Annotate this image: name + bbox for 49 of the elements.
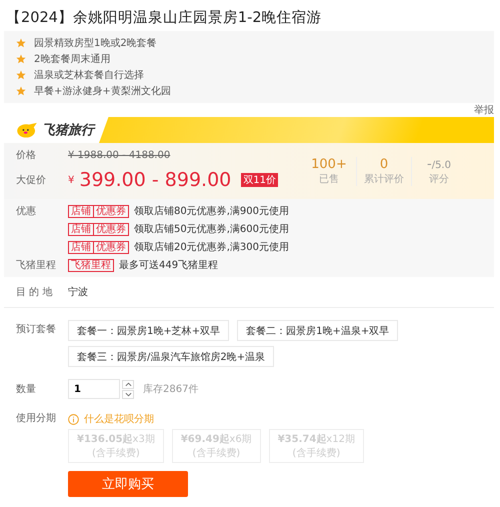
stat-label: 累计评价 xyxy=(364,172,404,186)
feature-text: 温泉或芝林套餐自行选择 xyxy=(34,68,144,82)
stock-text: 库存2867件 xyxy=(143,382,198,396)
installment-label: 使用分期 xyxy=(16,412,57,426)
decrement-button[interactable] xyxy=(122,390,134,398)
mileage-tag: 飞猪里程 xyxy=(68,258,114,272)
coupon-text[interactable]: 领取店铺80元优惠券,满900元使用 xyxy=(134,204,289,218)
stat-label: 评分 xyxy=(429,172,449,186)
star-icon xyxy=(16,86,26,96)
coupon-tag: 店铺 优惠券 xyxy=(68,240,129,254)
caret-up-icon xyxy=(124,382,132,386)
coupon-text[interactable]: 领取店铺20元优惠券,满300元使用 xyxy=(134,240,289,254)
coupon-tag: 店铺 优惠券 xyxy=(68,204,129,218)
info-icon xyxy=(68,414,79,424)
destination-value: 宁波 xyxy=(68,286,88,299)
brand-name: 飞猪旅行 xyxy=(42,122,94,139)
promo-price: 399.00 - 899.00 xyxy=(79,169,232,191)
quantity-field[interactable]: 1 xyxy=(68,379,120,399)
package-label: 预订套餐 xyxy=(16,322,57,337)
original-price: ¥ 1988.00 - 4188.00 xyxy=(68,150,170,161)
package-option[interactable]: 套餐三：园景房/温泉汽车旅馆房2晚+温泉 xyxy=(68,346,274,367)
report-link[interactable]: 举报 xyxy=(474,105,494,116)
pig-logo-icon xyxy=(16,122,38,138)
coupon-label: 优惠 xyxy=(16,204,37,218)
price-label: 价格 xyxy=(16,148,37,162)
star-icon xyxy=(16,38,26,48)
increment-button[interactable] xyxy=(122,380,134,388)
destination-label: 目 的 地 xyxy=(16,286,54,299)
coupon-text[interactable]: 领取店铺50元优惠券,满600元使用 xyxy=(134,222,289,236)
caret-down-icon xyxy=(124,392,132,396)
star-icon xyxy=(16,70,26,80)
product-title: 【2024】余姚阳明温泉山庄园景房1-2晚住宿游 xyxy=(5,8,323,28)
mileage-label: 飞猪里程 xyxy=(16,258,57,272)
quantity-label: 数量 xyxy=(16,383,37,396)
coupon-tag: 店铺 优惠券 xyxy=(68,222,129,236)
mileage-text: 最多可送449飞猪里程 xyxy=(119,258,218,272)
stat-label: 已售 xyxy=(319,172,339,186)
promo-badge: 双11价 xyxy=(241,173,278,187)
feature-text: 园景精致房型1晚或2晚套餐 xyxy=(34,36,157,50)
stat-value: 100+ xyxy=(311,156,347,172)
feature-text: 早餐+游泳健身+黄梨洲文化园 xyxy=(34,84,171,98)
stat-value: 0 xyxy=(380,156,388,172)
star-icon xyxy=(16,54,26,64)
stat-value: -/5.0 xyxy=(427,156,451,172)
promo-price-label: 大促价 xyxy=(16,174,47,187)
package-option[interactable]: 套餐一：园景房1晚+芝林+双早 xyxy=(68,320,230,341)
package-option[interactable]: 套餐二：园景房1晚+温泉+双早 xyxy=(237,320,398,341)
currency-symbol: ¥ xyxy=(68,174,74,186)
feature-text: 2晚套餐周末通用 xyxy=(34,52,110,66)
